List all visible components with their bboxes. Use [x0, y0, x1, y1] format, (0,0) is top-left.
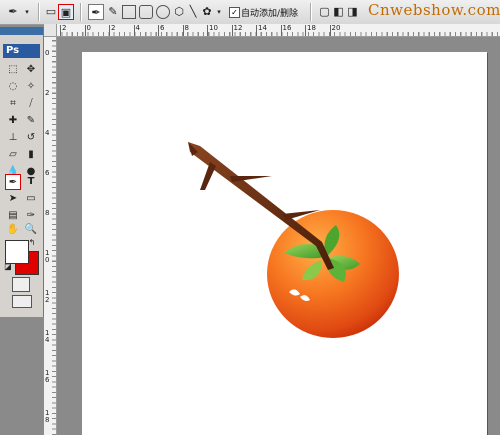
shape-dropdown-icon[interactable]: ▾: [214, 4, 224, 20]
lasso-icon[interactable]: ◌: [5, 79, 21, 95]
ruler-top-label: 20: [331, 24, 341, 32]
rectangle-tool-icon[interactable]: ▭: [23, 191, 39, 207]
marquee-icon[interactable]: ⬚: [5, 62, 21, 78]
path-selection-icon[interactable]: ➤: [5, 191, 21, 207]
ruler-left-label: 4: [45, 129, 50, 137]
ruler-top-label: 8: [184, 24, 189, 32]
ruler-top-label: 2: [62, 24, 67, 32]
ruler-top-tick: [207, 25, 208, 36]
separator: [38, 3, 40, 21]
ruler-left-label: 8: [45, 209, 50, 217]
toolbox-title-bar[interactable]: [0, 27, 43, 35]
ruler-left-label: 12: [45, 289, 50, 304]
magic-wand-icon[interactable]: ✧: [23, 79, 39, 95]
ruler-top-label: 10: [209, 24, 218, 32]
separator: [80, 3, 82, 21]
options-bar: ✒ ▾ ▭ ▣ ✒ ✎ ⬡ ╲ ✿ ▾ ✓ 自动添加/删除 ▢ ◧ ◨ Cnwe…: [0, 0, 500, 25]
auto-add-checkbox[interactable]: ✓: [229, 7, 240, 18]
paths-mode-button[interactable]: ▣: [58, 4, 74, 20]
gradient-icon[interactable]: ▮: [23, 147, 39, 163]
ruler-origin[interactable]: [44, 24, 57, 37]
history-brush-icon[interactable]: ↺: [23, 130, 39, 146]
ruler-left-label: 16: [45, 369, 50, 384]
hand-icon[interactable]: ✋: [5, 222, 21, 238]
ruler-top-tick: [109, 25, 110, 36]
ellipse-icon[interactable]: [156, 5, 170, 19]
freeform-pen-icon[interactable]: ✎: [106, 4, 120, 20]
preset-dropdown-icon[interactable]: ▾: [22, 4, 32, 20]
ruler-top-tick: [60, 25, 61, 36]
document-canvas[interactable]: [82, 52, 487, 435]
move-icon[interactable]: ✥: [23, 62, 39, 78]
ruler-left-label: 10: [45, 249, 50, 264]
ruler-top-label: 18: [307, 24, 316, 32]
ruler-top-tick: [182, 25, 184, 36]
path-add-icon[interactable]: ▢: [318, 4, 331, 20]
ruler-top-tick: [280, 25, 282, 36]
ruler-top-tick: [231, 25, 233, 36]
separator: [310, 3, 312, 21]
twig: [230, 176, 272, 182]
ps-logo[interactable]: Ps: [3, 44, 40, 58]
ruler-top-tick: [305, 25, 306, 36]
polygon-icon[interactable]: ⬡: [172, 4, 186, 20]
zoom-icon[interactable]: 🔍: [23, 222, 39, 238]
persimmon-artwork: [188, 142, 399, 338]
rectangle-shape-icon[interactable]: [122, 5, 136, 19]
ruler-left-label: 6: [45, 169, 50, 177]
ruler-top-label: 0: [86, 24, 91, 32]
shape-layers-icon[interactable]: ▭: [44, 4, 58, 20]
ruler-top-label: 16: [282, 24, 292, 32]
ruler-left-label: 14: [45, 329, 50, 344]
eraser-icon[interactable]: ▱: [5, 147, 21, 163]
auto-add-label: 自动添加/删除: [241, 9, 299, 19]
ruler-top-label: 4: [135, 24, 140, 32]
ruler-top-tick: [256, 25, 257, 36]
screen-mode-icon[interactable]: [12, 295, 32, 308]
ruler-top-tick: [158, 25, 159, 36]
ruler-left-label: 2: [45, 89, 50, 97]
clone-stamp-icon[interactable]: ⊥: [5, 130, 21, 146]
ruler-top-label: 12: [233, 24, 243, 32]
crop-icon[interactable]: ⌗: [5, 96, 21, 112]
twig: [200, 162, 216, 190]
ruler-top-tick: [329, 25, 331, 36]
ruler-top-label: 2: [111, 24, 116, 32]
custom-shape-icon[interactable]: ✿: [200, 4, 214, 20]
healing-brush-icon[interactable]: ✚: [5, 113, 21, 129]
ruler-top-label: 14: [258, 24, 267, 32]
ruler-top-tick: [84, 25, 86, 36]
ruler-left-label: 0: [45, 49, 50, 57]
slice-icon[interactable]: ⧸: [23, 96, 39, 112]
watermark-text: Cnwebshow.com: [368, 1, 500, 19]
path-subtract-icon[interactable]: ◧: [332, 4, 345, 20]
ruler-left-label: 18: [45, 409, 50, 424]
type-tool-icon[interactable]: T: [23, 174, 39, 190]
pen-icon[interactable]: ✒: [4, 4, 22, 20]
pen-tool-icon[interactable]: ✒: [5, 174, 21, 190]
ruler-top-tick: [133, 25, 135, 36]
path-intersect-icon[interactable]: ◨: [346, 4, 359, 20]
rounded-rectangle-icon[interactable]: [139, 5, 153, 19]
brush-icon[interactable]: ✎: [23, 113, 39, 129]
pen-tool-option-icon[interactable]: ✒: [88, 4, 104, 20]
ruler-top: 2 0 2 4 6 8 10 12 14 16 18 20: [56, 24, 500, 37]
ruler-left: 0 2 4 6 8 10 12 14 16 18: [44, 36, 57, 435]
quick-mask-icon[interactable]: [12, 277, 30, 292]
foreground-color-swatch[interactable]: [5, 240, 29, 264]
line-icon[interactable]: ╲: [186, 4, 200, 20]
ruler-top-label: 6: [160, 24, 165, 32]
